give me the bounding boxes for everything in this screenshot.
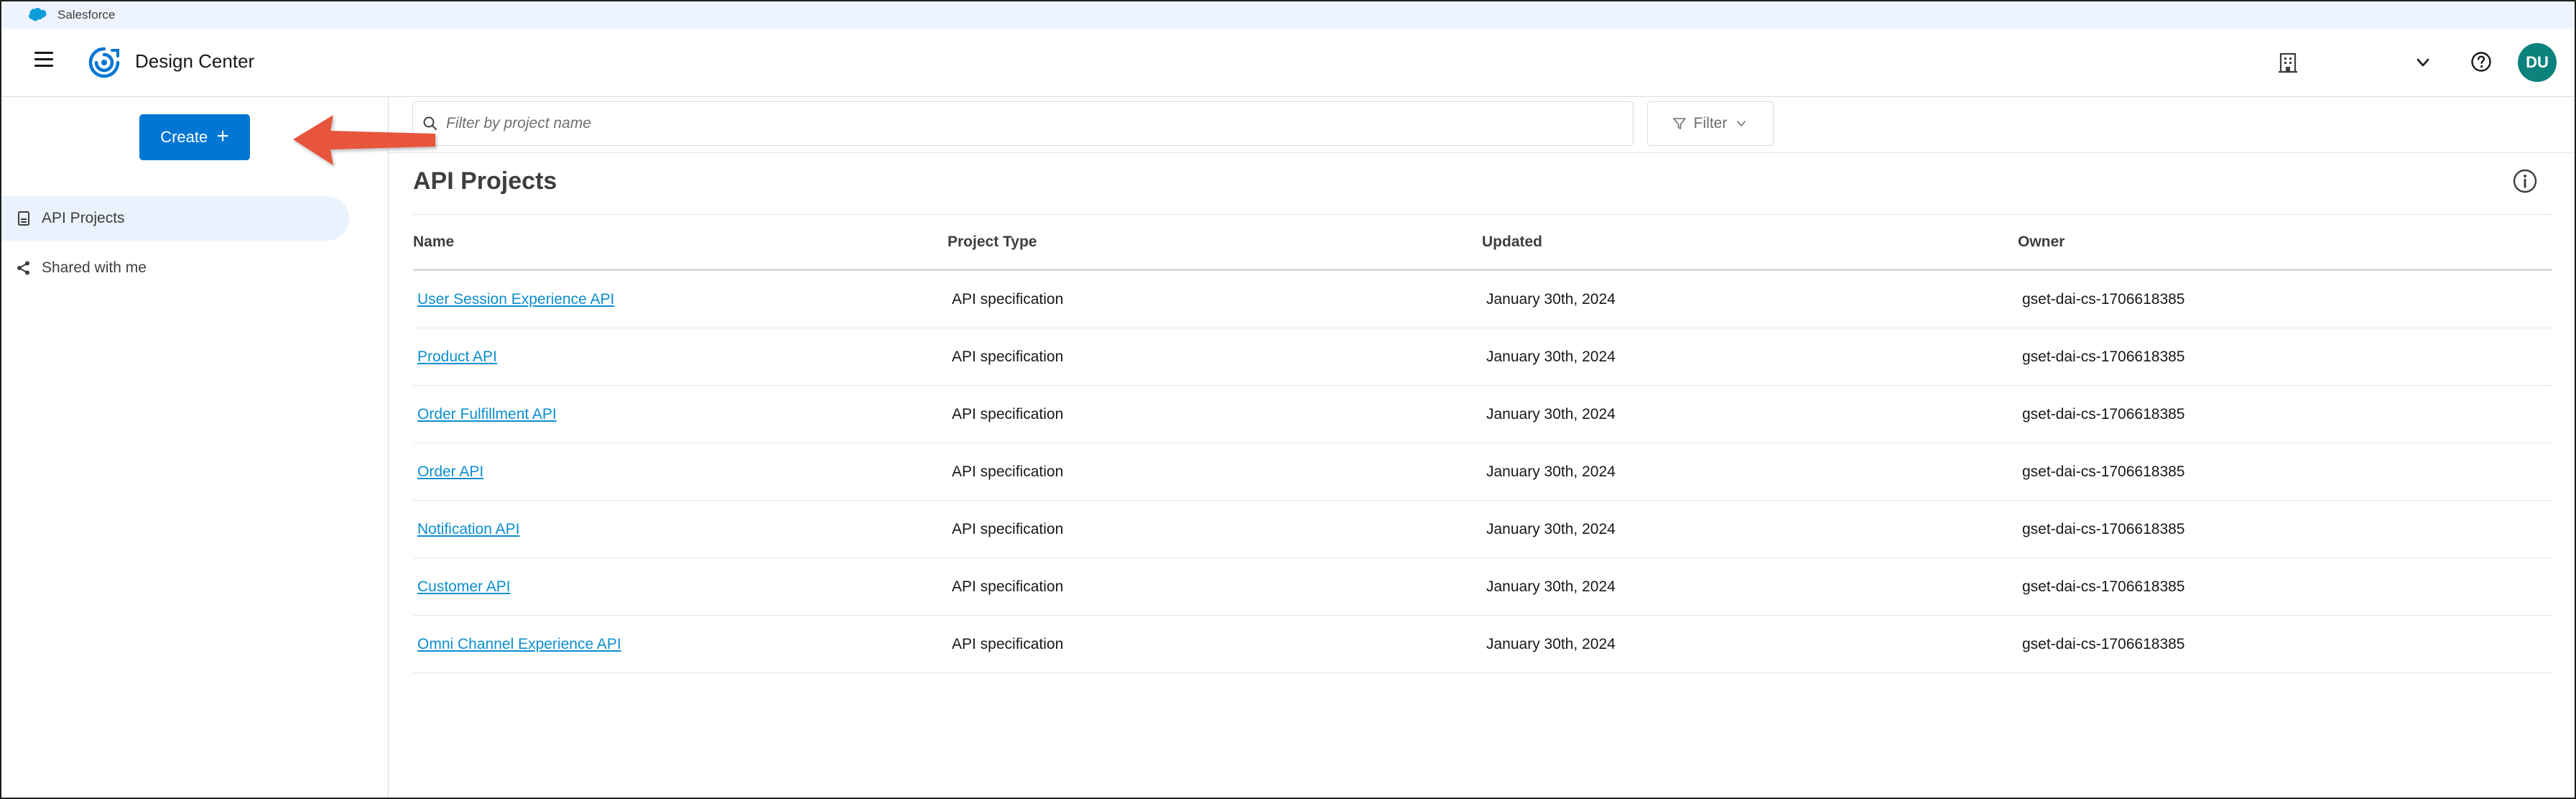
project-type-cell: API specification — [952, 463, 1064, 480]
filter-button[interactable]: Filter — [1647, 101, 1774, 146]
updated-cell: January 30th, 2024 — [1486, 520, 1616, 537]
sidebar-item-label: Shared with me — [42, 259, 147, 276]
owner-cell: gset-dai-cs-1706618385 — [2022, 578, 2185, 595]
share-icon — [17, 261, 29, 275]
table-row: Order Fulfillment API API specification … — [413, 386, 2552, 443]
hamburger-menu-icon[interactable] — [34, 52, 53, 70]
annotation-arrow-icon — [293, 115, 435, 165]
project-name-link[interactable]: Product API — [417, 348, 497, 365]
table-row: Omni Channel Experience API API specific… — [413, 616, 2552, 673]
salesforce-cloud-icon — [29, 8, 47, 22]
column-header-owner[interactable]: Owner — [2018, 234, 2552, 251]
chevron-down-icon[interactable] — [2414, 53, 2432, 72]
project-type-cell: API specification — [952, 290, 1064, 308]
design-center-logo-icon — [88, 47, 120, 78]
column-header-project-type[interactable]: Project Type — [948, 234, 1482, 251]
sidebar: Create + API Projects Shared with me — [1, 97, 389, 798]
owner-cell: gset-dai-cs-1706618385 — [2022, 463, 2185, 480]
project-type-cell: API specification — [952, 635, 1064, 652]
app-header: Design Center DU — [1, 29, 2575, 97]
table-row: Customer API API specification January 3… — [413, 558, 2552, 616]
sidebar-item-label: API Projects — [42, 210, 125, 226]
updated-cell: January 30th, 2024 — [1486, 463, 1616, 480]
project-name-link[interactable]: Order Fulfillment API — [417, 406, 557, 422]
owner-cell: gset-dai-cs-1706618385 — [2022, 405, 2185, 422]
table-row: Notification API API specification Janua… — [413, 501, 2552, 558]
updated-cell: January 30th, 2024 — [1486, 405, 1616, 422]
owner-cell: gset-dai-cs-1706618385 — [2022, 520, 2185, 537]
owner-cell: gset-dai-cs-1706618385 — [2022, 635, 2185, 652]
salesforce-label: Salesforce — [57, 8, 116, 22]
user-avatar[interactable]: DU — [2518, 43, 2557, 82]
create-button[interactable]: Create + — [139, 114, 250, 160]
updated-cell: January 30th, 2024 — [1486, 348, 1616, 365]
info-icon[interactable] — [2511, 167, 2539, 195]
project-type-cell: API specification — [952, 348, 1064, 365]
table-row: Order API API specification January 30th… — [413, 443, 2552, 501]
project-name-link[interactable]: Customer API — [417, 578, 511, 595]
filter-button-label: Filter — [1693, 115, 1728, 131]
help-icon[interactable] — [2470, 50, 2493, 73]
updated-cell: January 30th, 2024 — [1486, 578, 1616, 595]
owner-cell: gset-dai-cs-1706618385 — [2022, 290, 2185, 308]
app-title: Design Center — [135, 50, 255, 72]
toolbar-divider — [389, 152, 2575, 153]
page-title: API Projects — [413, 167, 557, 195]
search-input[interactable] — [445, 114, 1597, 133]
app-window: Salesforce Design Center DU Create + API… — [0, 0, 2576, 799]
project-type-cell: API specification — [952, 520, 1064, 537]
column-header-name[interactable]: Name — [413, 234, 948, 251]
project-type-cell: API specification — [952, 405, 1064, 422]
organization-icon[interactable] — [2279, 52, 2297, 73]
sidebar-item-api-projects[interactable]: API Projects — [1, 196, 349, 241]
table-row: User Session Experience API API specific… — [413, 271, 2552, 328]
owner-cell: gset-dai-cs-1706618385 — [2022, 348, 2185, 365]
column-header-updated[interactable]: Updated — [1482, 234, 2018, 251]
projects-table: Name Project Type Updated Owner User Ses… — [413, 215, 2552, 673]
project-name-link[interactable]: Order API — [417, 463, 483, 480]
project-name-link[interactable]: Omni Channel Experience API — [417, 636, 621, 652]
funnel-icon — [1672, 118, 1686, 129]
plus-icon: + — [216, 124, 229, 148]
create-button-label: Create — [160, 128, 208, 146]
table-row: Product API API specification January 30… — [413, 328, 2552, 386]
updated-cell: January 30th, 2024 — [1486, 635, 1616, 652]
updated-cell: January 30th, 2024 — [1486, 290, 1616, 308]
table-header: Name Project Type Updated Owner — [413, 215, 2552, 271]
search-box[interactable] — [412, 101, 1634, 146]
sidebar-item-shared-with-me[interactable]: Shared with me — [1, 246, 349, 290]
main-content: Filter API Projects Name Project Type Up… — [389, 97, 2575, 798]
project-name-link[interactable]: Notification API — [417, 521, 519, 537]
salesforce-topbar: Salesforce — [1, 1, 2575, 29]
document-icon — [18, 211, 29, 226]
chevron-down-icon — [1737, 121, 1746, 126]
project-type-cell: API specification — [952, 578, 1064, 595]
project-name-link[interactable]: User Session Experience API — [417, 291, 614, 308]
